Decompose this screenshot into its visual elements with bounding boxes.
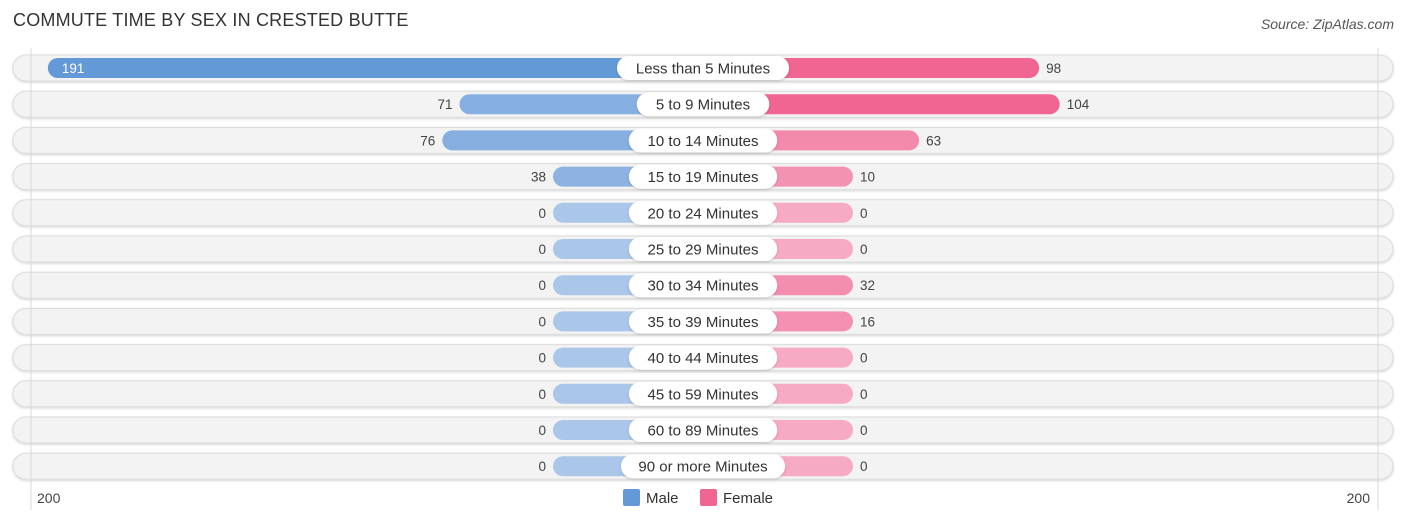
chart-row: 0 0 60 to 89 Minutes [12,416,1394,444]
legend: Male Female [623,489,773,507]
value-label-female: 98 [1046,61,1061,76]
category-label: 15 to 19 Minutes [648,169,759,186]
value-label-male: 38 [531,170,546,185]
value-label-male: 71 [437,97,452,112]
value-label-female: 10 [860,170,875,185]
value-label-female: 104 [1067,97,1090,112]
value-label-female: 63 [926,133,941,148]
chart-row: 0 0 40 to 44 Minutes [12,344,1394,372]
value-label-female: 0 [860,242,868,257]
category-label: 35 to 39 Minutes [648,314,759,331]
category-label: 20 to 24 Minutes [648,205,759,222]
chart-row: 0 0 25 to 29 Minutes [12,235,1394,263]
category-label: 45 to 59 Minutes [648,386,759,403]
value-label-female: 0 [860,206,868,221]
legend-swatch-female [700,489,717,506]
axis-label-left: 200 [37,490,61,506]
chart-row: 38 10 15 to 19 Minutes [12,163,1394,191]
category-label: 25 to 29 Minutes [648,242,759,259]
value-label-male: 0 [538,423,546,438]
value-label-female: 16 [860,314,875,329]
chart: 191 98 Less than 5 Minutes 71 104 5 to 9 Minu… [12,48,1394,510]
value-label-female: 0 [860,459,868,474]
value-label-female: 0 [860,387,868,402]
axis-label-right: 200 [1347,490,1371,506]
value-label-male: 0 [538,387,546,402]
value-label-female: 0 [860,351,868,366]
value-label-male: 0 [538,278,546,293]
legend-label-male: Male [646,490,679,507]
legend-label-female: Female [723,490,773,507]
chart-row: 0 0 45 to 59 Minutes [12,380,1394,408]
bar-male [47,58,704,78]
chart-row: 0 0 20 to 24 Minutes [12,199,1394,227]
value-label-male: 0 [538,242,546,257]
chart-row: 76 63 10 to 14 Minutes [12,126,1394,154]
category-label: Less than 5 Minutes [636,61,770,78]
value-label-male: 0 [538,459,546,474]
category-label: 40 to 44 Minutes [648,350,759,367]
category-label: 60 to 89 Minutes [648,423,759,440]
chart-row: 71 104 5 to 9 Minutes [12,90,1394,118]
value-label-male: 76 [420,133,435,148]
category-label: 30 to 34 Minutes [648,278,759,295]
value-label-female: 32 [860,278,875,293]
category-label: 90 or more Minutes [638,459,767,476]
chart-row: 0 0 90 or more Minutes [12,452,1394,480]
value-label-female: 0 [860,423,868,438]
value-label-male: 0 [538,351,546,366]
chart-row: 0 32 30 to 34 Minutes [12,271,1394,299]
value-label-male: 0 [538,206,546,221]
legend-swatch-male [623,489,640,506]
value-label-male: 191 [62,61,85,76]
chart-row: 191 98 Less than 5 Minutes [12,54,1394,82]
value-label-male: 0 [538,314,546,329]
category-label: 5 to 9 Minutes [656,97,750,114]
category-label: 10 to 14 Minutes [648,133,759,150]
chart-row: 0 16 35 to 39 Minutes [12,307,1394,335]
